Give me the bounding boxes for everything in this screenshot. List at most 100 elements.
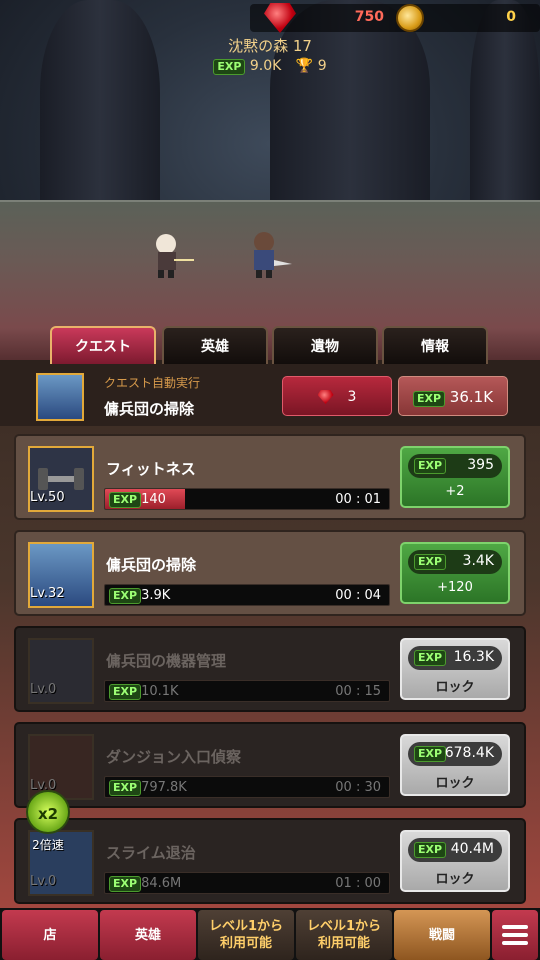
quest-card: Lv.50 フィットネス EXP 140 00 : 01 EXP 395 +2: [14, 434, 526, 520]
quest-time: 00 : 15: [335, 684, 381, 699]
auto-exp-button[interactable]: EXP 36.1K: [398, 376, 508, 416]
tab-heroes[interactable]: 英雄: [162, 326, 268, 364]
tab-quest[interactable]: クエスト: [50, 326, 156, 364]
quest-exp: EXP 84.6M: [109, 876, 181, 892]
reward-sub: +2: [445, 484, 465, 499]
nav-battle-button[interactable]: 戦闘: [394, 910, 490, 960]
trophy-icon: 🏆: [295, 58, 314, 74]
reward-value: 395: [467, 457, 494, 473]
quest-panel: クエスト自動実行 傭兵団の掃除 3 EXP 36.1K Lv.50 フィットネス…: [0, 360, 540, 910]
auto-quest-bar: クエスト自動実行 傭兵団の掃除 3 EXP 36.1K: [0, 360, 540, 426]
quest-upgrade-button[interactable]: EXP 3.4K +120: [400, 542, 510, 604]
broom-icon: [36, 373, 84, 421]
nav-locked-button-2[interactable]: レベル1から 利用可能: [296, 910, 392, 960]
lock-label: ロック: [435, 776, 475, 791]
quest-exp-value: 140: [141, 492, 166, 507]
quest-time: 00 : 01: [335, 492, 381, 507]
quest-exp-value: 10.1K: [141, 684, 179, 699]
quest-level: Lv.0: [30, 874, 57, 889]
stage-exp-value: 9.0K: [249, 58, 282, 74]
reward-value: 40.4M: [450, 841, 494, 857]
quest-level: Lv.32: [30, 586, 65, 601]
quest-exp: EXP 10.1K: [109, 684, 179, 700]
coin-count: 0: [506, 9, 516, 25]
quest-progress-bar: EXP 10.1K 00 : 15: [104, 680, 390, 702]
knight-hero-sprite: [254, 232, 292, 278]
lock-label: ロック: [435, 872, 475, 887]
auto-quest-label: クエスト自動実行: [104, 376, 201, 390]
quest-exp-value: 3.9K: [141, 588, 171, 603]
exp-badge: EXP: [414, 458, 447, 474]
stage-name: 沈黙の森 17: [228, 37, 312, 55]
reward-pill: EXP 40.4M: [408, 838, 502, 862]
nav-label: 利用可能: [317, 936, 370, 951]
quest-title: スライム退治: [106, 844, 196, 862]
quest-unlock-button[interactable]: EXP 16.3K ロック: [400, 638, 510, 700]
quest-card-locked: Lv.0 傭兵団の機器管理 EXP 10.1K 00 : 15 EXP 16.3K…: [14, 626, 526, 712]
quest-progress-bar: EXP 3.9K 00 : 04: [104, 584, 390, 606]
quest-level: Lv.50: [30, 490, 65, 505]
exp-badge: EXP: [414, 554, 447, 570]
quest-exp: EXP 140: [109, 492, 166, 508]
quest-title: 傭兵団の掃除: [106, 556, 197, 574]
exp-badge: EXP: [412, 391, 446, 407]
exp-badge: EXP: [414, 746, 447, 762]
reward-pill: EXP 678.4K: [408, 742, 502, 766]
nav-label: 英雄: [134, 927, 161, 943]
nav-label: レベル1から: [306, 919, 382, 934]
auto-gem-cost: 3: [347, 389, 357, 405]
quest-time: 01 : 00: [335, 876, 381, 891]
quest-card: Lv.32 傭兵団の掃除 EXP 3.9K 00 : 04 EXP 3.4K +1…: [14, 530, 526, 616]
battle-scene: 750 0 沈黙の森 17 EXP 9.0K 🏆 9: [0, 0, 540, 360]
nav-shop-button[interactable]: 店: [2, 910, 98, 960]
quest-progress-bar: EXP 797.8K 00 : 30: [104, 776, 390, 798]
auto-quest-name: 傭兵団の掃除: [104, 400, 195, 418]
tab-info[interactable]: 情報: [382, 326, 488, 364]
lock-label: ロック: [435, 680, 475, 695]
nav-locked-button-1[interactable]: レベル1から 利用可能: [198, 910, 294, 960]
quest-title: ダンジョン入口偵察: [106, 748, 242, 766]
exp-badge: EXP: [414, 842, 447, 858]
quest-title: 傭兵団の機器管理: [106, 652, 227, 670]
panel-tabs: クエスト 英雄 遺物 情報: [50, 326, 490, 364]
auto-gem-button[interactable]: 3: [282, 376, 392, 416]
quest-exp-value: 84.6M: [141, 876, 182, 891]
hamburger-icon: [502, 925, 528, 945]
quest-title: フィットネス: [106, 460, 196, 478]
exp-badge: EXP: [414, 650, 447, 666]
exp-badge: EXP: [109, 780, 142, 796]
tab-relics[interactable]: 遺物: [272, 326, 378, 364]
quest-time: 00 : 04: [335, 588, 381, 603]
quest-progress-bar: EXP 140 00 : 01: [104, 488, 390, 510]
reward-pill: EXP 16.3K: [408, 646, 502, 670]
tree-decoration: [270, 0, 430, 220]
nav-label: 店: [43, 927, 57, 943]
reward-value: 3.4K: [462, 553, 494, 569]
nav-label: 利用可能: [219, 936, 272, 951]
quest-level: Lv.0: [30, 682, 57, 697]
reward-sub: +120: [437, 580, 473, 595]
trophy-count: 9: [317, 58, 327, 74]
menu-button[interactable]: [492, 910, 538, 960]
auto-exp-value: 36.1K: [449, 388, 494, 406]
reward-value: 16.3K: [453, 649, 494, 665]
quest-upgrade-button[interactable]: EXP 395 +2: [400, 446, 510, 508]
quest-unlock-button[interactable]: EXP 678.4K ロック: [400, 734, 510, 796]
quest-progress-bar: EXP 84.6M 01 : 00: [104, 872, 390, 894]
exp-badge: EXP: [109, 876, 142, 892]
exp-badge: EXP: [109, 492, 142, 508]
gem-count: 750: [354, 9, 384, 25]
quest-unlock-button[interactable]: EXP 40.4M ロック: [400, 830, 510, 892]
speed-toggle[interactable]: x2 2倍速: [22, 790, 74, 852]
nav-heroes-button[interactable]: 英雄: [100, 910, 196, 960]
quest-exp: EXP 797.8K: [109, 780, 187, 796]
quest-card-locked: Lv.0 スライム退治 EXP 84.6M 01 : 00 EXP 40.4M ロ…: [14, 818, 526, 904]
speed-label: 2倍速: [32, 838, 64, 852]
archer-hero-sprite: [156, 234, 194, 278]
reward-value: 678.4K: [444, 745, 494, 761]
stage-info: EXP 9.0K 🏆 9: [0, 58, 540, 75]
nav-label: 戦闘: [428, 927, 455, 943]
gem-icon: [317, 390, 334, 404]
exp-badge: EXP: [109, 588, 142, 604]
nav-label: レベル1から: [208, 919, 284, 934]
